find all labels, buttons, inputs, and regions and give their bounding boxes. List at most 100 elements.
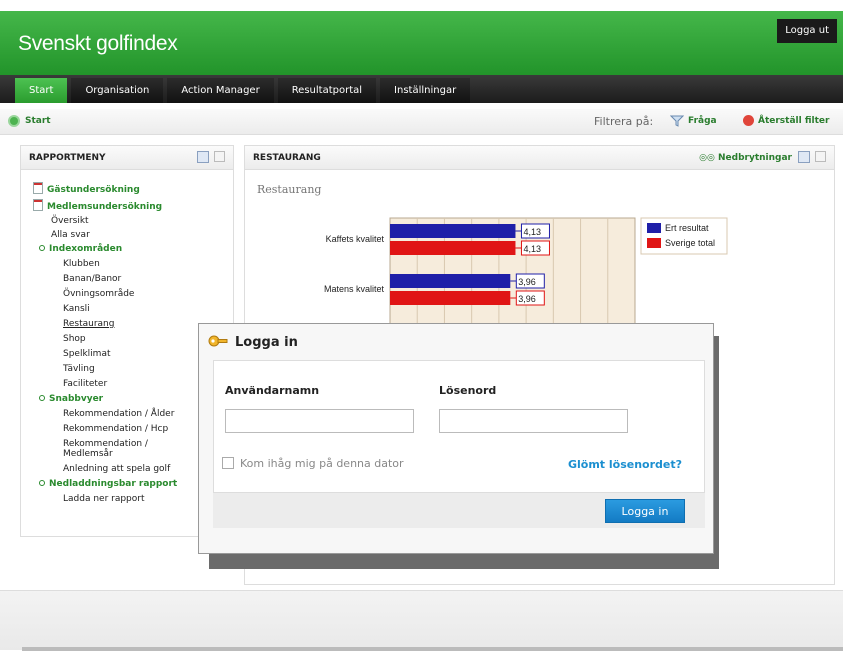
collapse-icon[interactable] (214, 151, 225, 162)
menu-item[interactable]: Tävling (63, 364, 95, 374)
username-field[interactable] (225, 409, 414, 433)
menu-item-label: Nedladdningsbar rapport (49, 479, 178, 489)
category-label: Matens kvalitet (324, 284, 385, 294)
menu-item[interactable]: Spelklimat (63, 349, 111, 359)
restaurant-chart: Kaffets kvalitet 4,13 4,13 Matens kvalitet 3… (324, 217, 728, 330)
menu-item-label: Spelklimat (63, 349, 111, 359)
start-icon (8, 115, 20, 127)
menu-group[interactable]: Indexområden (39, 244, 122, 254)
tab-organisation[interactable]: Organisation (71, 78, 164, 103)
restaurant-title: RESTAURANG (253, 153, 321, 163)
collapse-icon[interactable] (815, 151, 826, 162)
filter-question-button[interactable]: Fråga (670, 115, 717, 127)
footer-divider (22, 647, 843, 651)
filter-label: Filtrera på: (594, 115, 654, 128)
menu-item-label: Banan/Banor (63, 274, 122, 284)
export-icon[interactable] (197, 151, 209, 163)
menu-item-label: Indexområden (49, 244, 123, 254)
menu-item[interactable]: Banan/Banor (63, 274, 121, 284)
bar (390, 224, 516, 238)
main-nav: Start Organisation Action Manager Resultatp… (0, 75, 843, 103)
breakdown-button[interactable]: ◎◎ Nedbrytningar (699, 153, 792, 163)
data-label: 4,13 (523, 244, 541, 254)
reset-filter-button[interactable]: Återställ filter (743, 115, 829, 126)
login-footer: Logga in (213, 492, 705, 528)
menu-item-label: Ladda ner rapport (63, 494, 145, 504)
menu-item[interactable]: Ladda ner rapport (63, 494, 145, 504)
funnel-icon (670, 115, 684, 127)
tab-start[interactable]: Start (15, 78, 68, 103)
menu-item-label: Snabbvyer (49, 394, 104, 404)
bullet-icon (39, 245, 45, 251)
data-label: 3,96 (518, 277, 536, 287)
legend-swatch (647, 223, 661, 233)
bar (390, 274, 511, 288)
menu-item-label: Shop (63, 334, 86, 344)
menu-item-label: Alla svar (51, 230, 90, 240)
menu-item[interactable]: Kansli (63, 304, 90, 314)
menu-item[interactable]: Översikt (51, 216, 89, 226)
menu-item-label: Rekommendation / Ålder (63, 409, 175, 419)
bullet-icon (39, 480, 45, 486)
document-icon (33, 182, 43, 194)
menu-item[interactable]: Rekommendation / Ålder (63, 409, 174, 419)
menu-item-label: Faciliteter (63, 379, 108, 389)
menu-item-label: Tävling (63, 364, 95, 374)
legend-swatch (647, 238, 661, 248)
menu-group[interactable]: Snabbvyer (39, 394, 103, 404)
page-footer (0, 590, 843, 650)
menu-item-label: Restaurang (63, 319, 115, 329)
menu-item[interactable]: Restaurang (63, 319, 114, 329)
menu-item[interactable]: Övningsområde (63, 289, 134, 299)
reset-filter-label: Återställ filter (758, 115, 830, 126)
restaurant-header: RESTAURANG ◎◎ Nedbrytningar (245, 146, 834, 170)
username-label: Användarnamn (225, 384, 320, 397)
menu-item-label: Rekommendation / Hcp (63, 424, 169, 434)
menu-item-label: Gästundersökning (47, 185, 140, 195)
category-label: Kaffets kvalitet (326, 234, 385, 244)
bullet-icon (39, 395, 45, 401)
breakdown-label: Nedbrytningar (718, 153, 792, 163)
document-icon (33, 199, 43, 211)
menu-item[interactable]: Medlemsundersökning (33, 199, 162, 212)
logout-button[interactable]: Logga ut (777, 19, 837, 43)
login-dialog: Logga in Användarnamn Lösenord Kom ihåg … (198, 323, 714, 554)
menu-item[interactable]: Rekommendation / Hcp (63, 424, 168, 434)
password-field[interactable] (439, 409, 628, 433)
app-header: Svenskt golfindex Logga ut (0, 11, 843, 75)
login-button[interactable]: Logga in (605, 499, 685, 523)
menu-item[interactable]: Faciliteter (63, 379, 107, 389)
export-icon[interactable] (798, 151, 810, 163)
breadcrumb-start[interactable]: Start (8, 115, 51, 127)
menu-group[interactable]: Nedladdningsbar rapport (39, 479, 177, 489)
forgot-password-link[interactable]: Glömt lösenordet? (568, 458, 682, 471)
data-label: 4,13 (523, 227, 541, 237)
password-label: Lösenord (439, 384, 497, 397)
menu-item[interactable]: Rekommendation / Medlemsår (63, 439, 183, 459)
tab-resultatportal[interactable]: Resultatportal (277, 78, 377, 103)
report-menu-header: RAPPORTMENY (21, 146, 233, 170)
login-title: Logga in (235, 335, 298, 350)
binoculars-icon: ◎◎ (699, 153, 715, 163)
restaurant-subtitle: Restaurang (257, 183, 322, 196)
menu-item[interactable]: Shop (63, 334, 86, 344)
menu-item-label: Rekommendation / Medlemsår (63, 439, 148, 459)
menu-item-label: Medlemsundersökning (47, 202, 163, 212)
tab-inst-llningar[interactable]: Inställningar (380, 78, 471, 103)
menu-item[interactable]: Anledning att spela golf (63, 464, 170, 474)
menu-item[interactable]: Alla svar (51, 230, 90, 240)
app-title: Svenskt golfindex (18, 32, 178, 55)
report-menu-title: RAPPORTMENY (29, 153, 106, 163)
app-root: Svenskt golfindex Logga ut Start Organisa… (0, 0, 843, 652)
bar (390, 291, 511, 305)
tab-action-manager[interactable]: Action Manager (167, 78, 274, 103)
filter-question-label: Fråga (688, 116, 717, 126)
remember-checkbox[interactable] (222, 457, 234, 469)
menu-item[interactable]: Klubben (63, 259, 100, 269)
menu-item[interactable]: Gästundersökning (33, 182, 140, 195)
remember-label: Kom ihåg mig på denna dator (240, 457, 404, 470)
data-label: 3,96 (518, 294, 536, 304)
breadcrumb-bar: Start Filtrera på: Fråga Återställ filte… (0, 109, 843, 135)
legend-label: Ert resultat (665, 223, 709, 233)
bar (390, 241, 516, 255)
